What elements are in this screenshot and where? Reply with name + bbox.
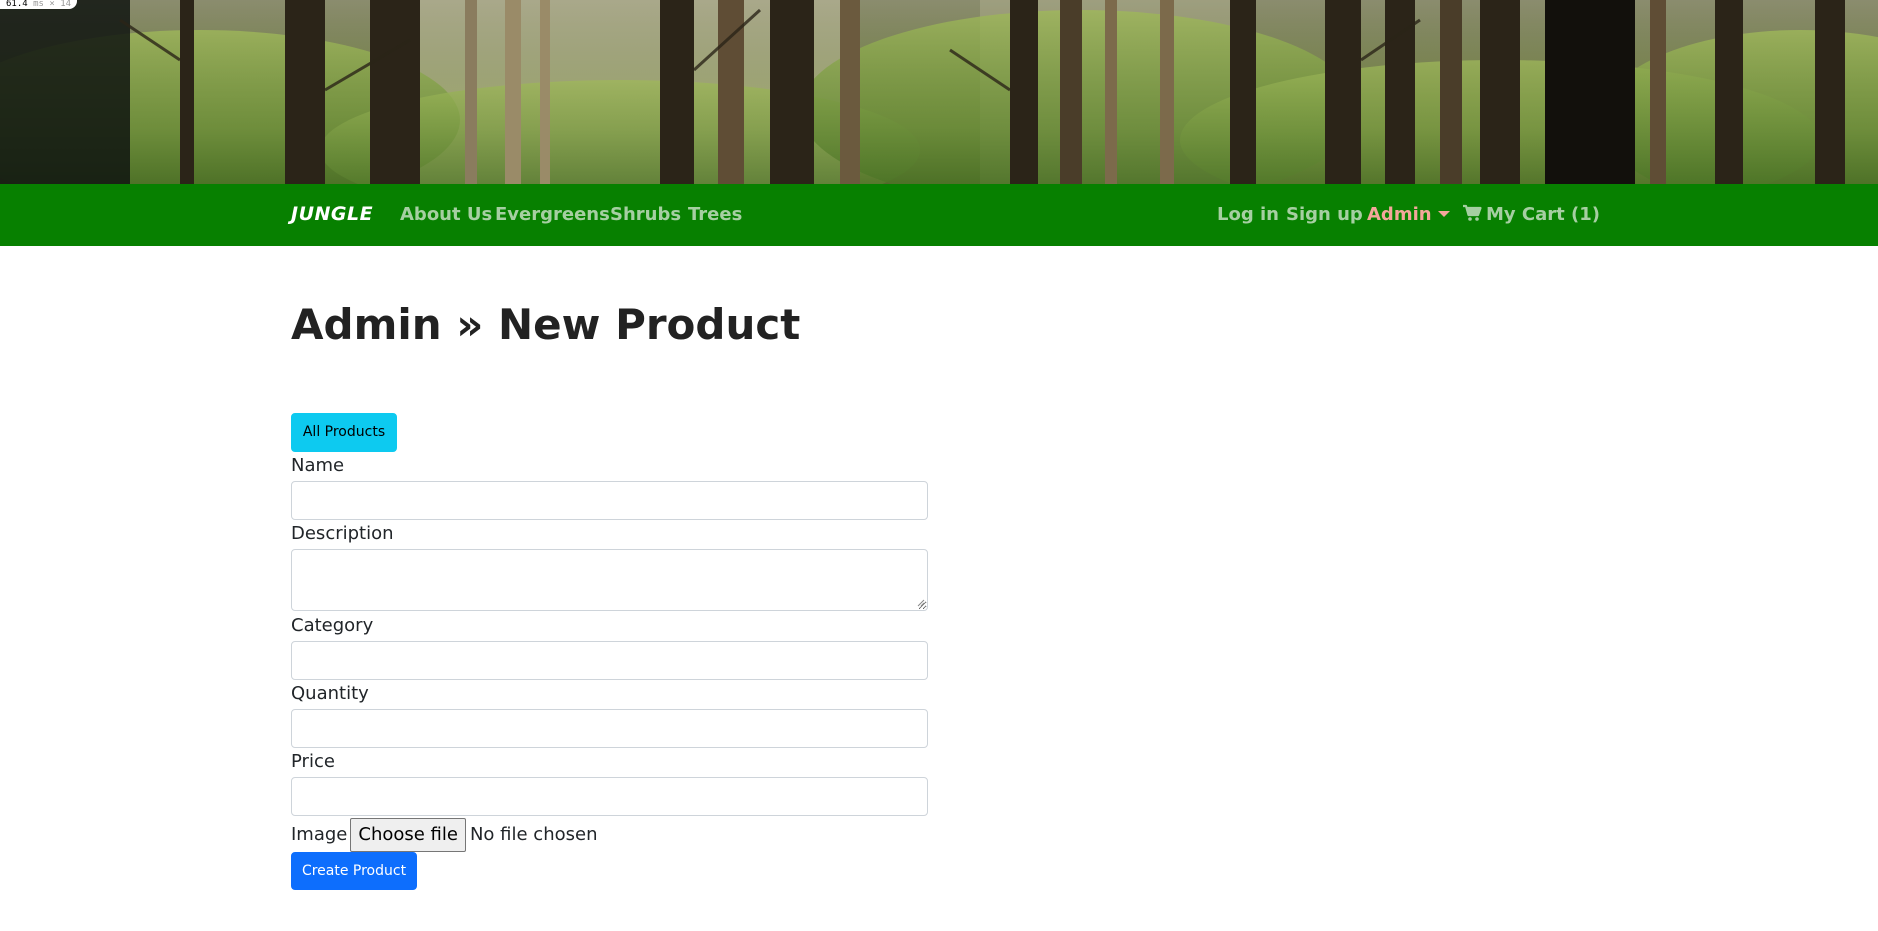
cart-label: My Cart (1) bbox=[1486, 204, 1600, 225]
name-input[interactable] bbox=[291, 481, 928, 520]
nav-link-trees[interactable]: Trees bbox=[688, 204, 742, 225]
description-textarea[interactable] bbox=[291, 549, 928, 611]
forest-image bbox=[0, 0, 1878, 184]
create-product-button[interactable]: Create Product bbox=[291, 852, 417, 890]
image-file-row: Image Choose file No file chosen bbox=[291, 817, 597, 852]
all-products-button[interactable]: All Products bbox=[291, 413, 397, 452]
nav-dropdown-admin[interactable]: Admin bbox=[1367, 204, 1450, 225]
description-label: Description bbox=[291, 523, 394, 544]
file-status: No file chosen bbox=[469, 824, 598, 845]
nav-link-signup[interactable]: Sign up bbox=[1286, 204, 1363, 225]
hero-banner: 61.4 ms × 14 bbox=[0, 0, 1878, 184]
name-label: Name bbox=[291, 455, 345, 476]
nav-link-login[interactable]: Log in bbox=[1217, 204, 1279, 225]
perf-badge: 61.4 ms × 14 bbox=[0, 0, 78, 9]
caret-down-icon bbox=[1437, 211, 1450, 217]
brand-logo[interactable]: JUNGLE bbox=[291, 203, 373, 225]
page-title: Admin » New Product bbox=[291, 300, 801, 349]
price-input[interactable] bbox=[291, 777, 928, 816]
perf-extra: × 14 bbox=[49, 0, 72, 9]
choose-file-button[interactable]: Choose file bbox=[350, 817, 466, 852]
perf-unit: ms bbox=[33, 0, 44, 9]
nav-link-about-us[interactable]: About Us bbox=[400, 204, 492, 225]
price-label: Price bbox=[291, 751, 335, 772]
nav-link-shrubs[interactable]: Shrubs bbox=[610, 204, 681, 225]
nav-link-cart[interactable]: My Cart (1) bbox=[1462, 204, 1600, 227]
admin-label: Admin bbox=[1367, 204, 1432, 225]
quantity-label: Quantity bbox=[291, 683, 369, 704]
shopping-cart-icon bbox=[1462, 204, 1482, 227]
quantity-input[interactable] bbox=[291, 709, 928, 748]
category-label: Category bbox=[291, 615, 374, 636]
perf-value: 61.4 bbox=[6, 0, 28, 9]
category-input[interactable] bbox=[291, 641, 928, 680]
nav-link-evergreens[interactable]: Evergreens bbox=[495, 204, 610, 225]
navbar: JUNGLE About Us Evergreens Shrubs Trees … bbox=[0, 184, 1878, 246]
image-label: Image bbox=[291, 824, 348, 845]
